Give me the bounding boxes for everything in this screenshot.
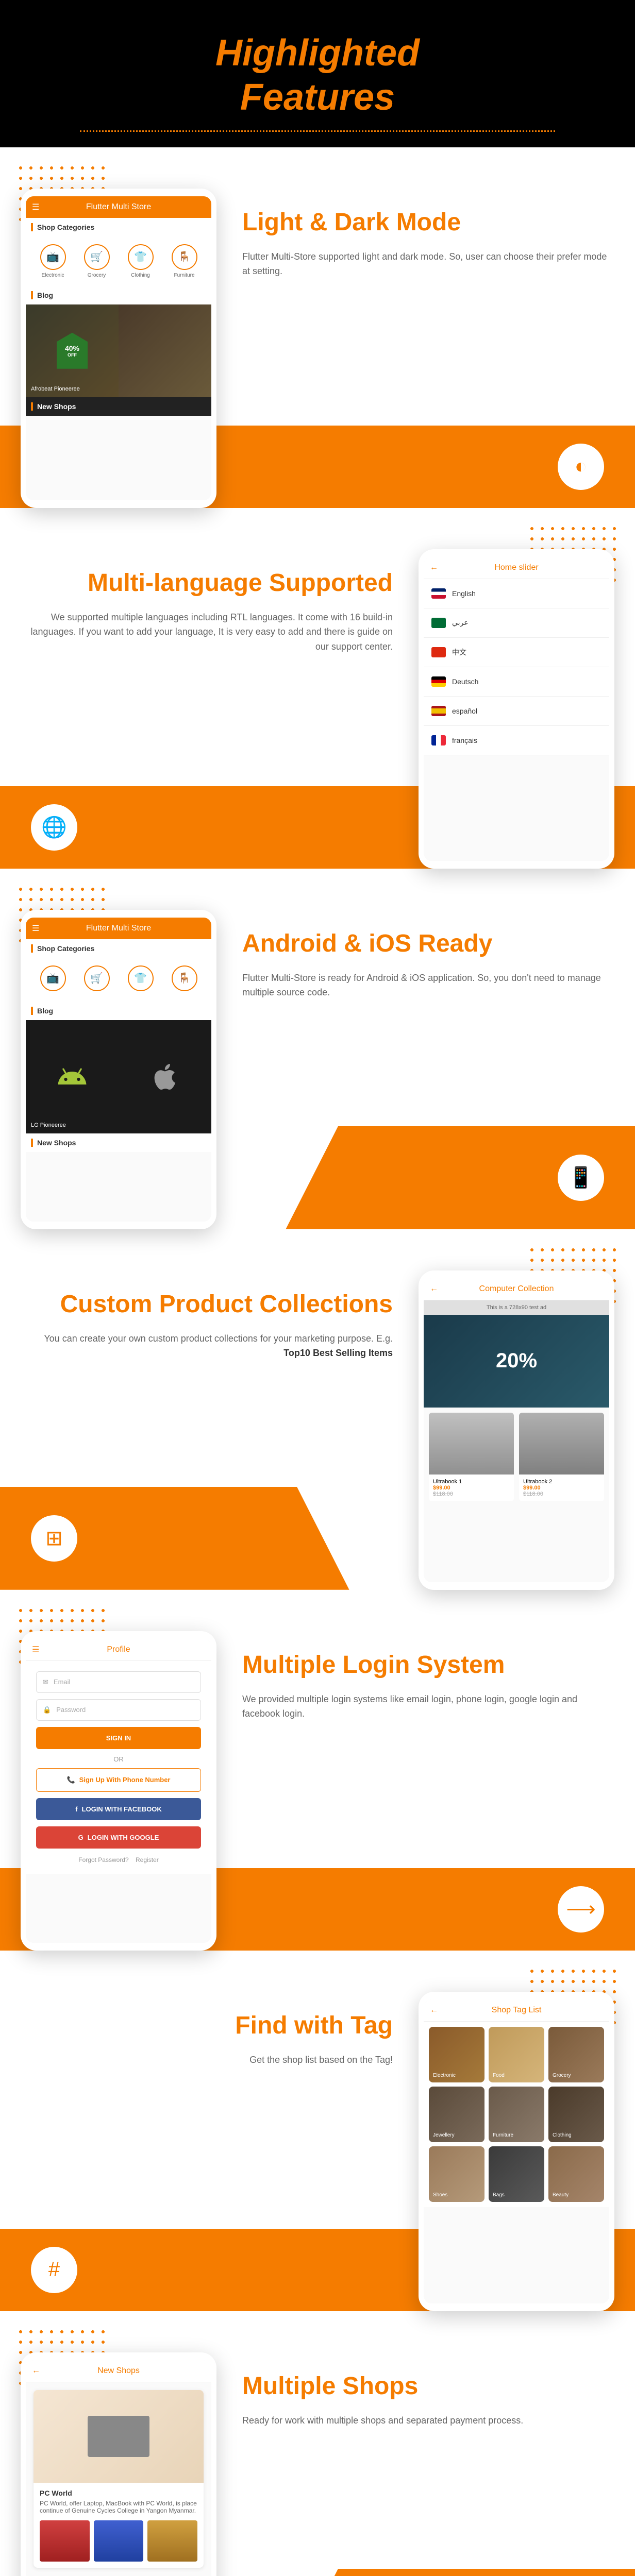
- back-icon[interactable]: ←: [430, 1284, 438, 1294]
- product-card[interactable]: Ultrabook 1 $99.00 $118.00: [429, 1413, 514, 1501]
- feature-description: Get the shop list based on the Tag!: [21, 2053, 393, 2067]
- apple-icon: [119, 1020, 211, 1133]
- back-icon[interactable]: ←: [430, 563, 438, 572]
- language-item[interactable]: español: [424, 697, 609, 726]
- phone-icon: 📱: [558, 1155, 604, 1201]
- feature-description: We supported multiple languages includin…: [21, 610, 393, 654]
- feature-title: Custom Product Collections: [21, 1291, 393, 1318]
- phone-mockup: ☰ Flutter Multi Store Shop Categories 📺E…: [21, 189, 216, 508]
- google-login-button[interactable]: G LOGIN WITH GOOGLE: [36, 1826, 201, 1849]
- language-item[interactable]: 中文: [424, 638, 609, 667]
- password-field[interactable]: 🔒 Password: [36, 1699, 201, 1721]
- feature-title: Multiple Login System: [242, 1652, 614, 1679]
- phone-mockup: ← Shop Tag List Electronic Food Grocery …: [419, 1992, 614, 2311]
- feature-description: Flutter Multi-Store supported light and …: [242, 249, 614, 279]
- feature-title: Multi-language Supported: [21, 570, 393, 597]
- feature-collections: ← Computer Collection This is a 728x90 t…: [0, 1229, 635, 1590]
- menu-icon[interactable]: ☰: [32, 1645, 39, 1655]
- app-header: ☰ Flutter Multi Store: [26, 196, 211, 218]
- signin-button[interactable]: SIGN IN: [36, 1727, 201, 1749]
- feature-title: Light & Dark Mode: [242, 209, 614, 236]
- tag-item[interactable]: Shoes: [429, 2146, 484, 2202]
- tag-item[interactable]: Furniture: [489, 2087, 544, 2142]
- tag-item[interactable]: Clothing: [548, 2087, 604, 2142]
- category-icon[interactable]: 🪑: [172, 965, 197, 991]
- category-icon[interactable]: 👕: [128, 244, 154, 270]
- category-icon[interactable]: 📺: [40, 244, 66, 270]
- category-icon[interactable]: 🛒: [84, 965, 110, 991]
- feature-title: Find with Tag: [21, 2012, 393, 2040]
- forgot-password-link[interactable]: Forgot Password?: [78, 1856, 128, 1863]
- category-icon[interactable]: 🪑: [172, 244, 197, 270]
- product-card[interactable]: Ultrabook 2 $99.00 $118.00: [519, 1413, 604, 1501]
- language-item[interactable]: Deutsch: [424, 667, 609, 697]
- language-item[interactable]: عربي: [424, 608, 609, 638]
- feature-title: Android & iOS Ready: [242, 930, 614, 958]
- back-icon[interactable]: ←: [32, 2366, 40, 2376]
- tag-item[interactable]: Grocery: [548, 2027, 604, 2082]
- email-field[interactable]: ✉ Email: [36, 1671, 201, 1693]
- menu-icon[interactable]: ☰: [32, 202, 39, 212]
- feature-description: Ready for work with multiple shops and s…: [242, 2413, 614, 2428]
- feature-light-dark: ☰ Flutter Multi Store Shop Categories 📺E…: [0, 147, 635, 508]
- register-link[interactable]: Register: [136, 1856, 159, 1863]
- tag-item[interactable]: Jewellery: [429, 2087, 484, 2142]
- tag-item[interactable]: Bags: [489, 2146, 544, 2202]
- android-icon: [26, 1020, 119, 1133]
- feature-description: We provided multiple login systems like …: [242, 1692, 614, 1722]
- feature-title: Multiple Shops: [242, 2373, 614, 2400]
- feature-android-ios: ☰ Flutter Multi Store Shop Categories 📺 …: [0, 869, 635, 1229]
- feature-tags: ← Shop Tag List Electronic Food Grocery …: [0, 1951, 635, 2311]
- feature-description: Flutter Multi-Store is ready for Android…: [242, 971, 614, 1001]
- language-item[interactable]: français: [424, 726, 609, 755]
- divider-dotted: [80, 130, 555, 132]
- tag-item[interactable]: Food: [489, 2027, 544, 2082]
- shop-card[interactable]: PC World PC World, offer Laptop, MacBook…: [34, 2390, 204, 2568]
- category-icon[interactable]: 👕: [128, 965, 154, 991]
- page-title: Highlighted Features: [21, 31, 614, 120]
- header-section: Highlighted Features: [0, 0, 635, 147]
- language-item[interactable]: English: [424, 579, 609, 608]
- feature-multilanguage: ← Home slider English عربي 中文 Deutsch es…: [0, 508, 635, 869]
- phone-mockup: ← New Shops PC World PC World, offer Lap…: [21, 2352, 216, 2576]
- category-icon[interactable]: 🛒: [84, 244, 110, 270]
- feature-description: You can create your own custom product c…: [21, 1331, 393, 1361]
- grid-icon: ⊞: [31, 1515, 77, 1562]
- category-icon[interactable]: 📺: [40, 965, 66, 991]
- facebook-login-button[interactable]: f LOGIN WITH FACEBOOK: [36, 1798, 201, 1820]
- phone-mockup: ← Home slider English عربي 中文 Deutsch es…: [419, 549, 614, 869]
- phone-mockup: ☰ Profile ✉ Email 🔒 Password SIGN IN OR …: [21, 1631, 216, 1951]
- phone-signup-button[interactable]: 📞 Sign Up With Phone Number: [36, 1768, 201, 1792]
- phone-mockup: ☰ Flutter Multi Store Shop Categories 📺 …: [21, 910, 216, 1229]
- tag-item[interactable]: Electronic: [429, 2027, 484, 2082]
- back-icon[interactable]: ←: [430, 2006, 438, 2015]
- feature-shops: ← New Shops PC World PC World, offer Lap…: [0, 2311, 635, 2576]
- tag-item[interactable]: Beauty: [548, 2146, 604, 2202]
- feature-login: ☰ Profile ✉ Email 🔒 Password SIGN IN OR …: [0, 1590, 635, 1951]
- menu-icon[interactable]: ☰: [32, 923, 39, 934]
- phone-mockup: ← Computer Collection This is a 728x90 t…: [419, 1270, 614, 1590]
